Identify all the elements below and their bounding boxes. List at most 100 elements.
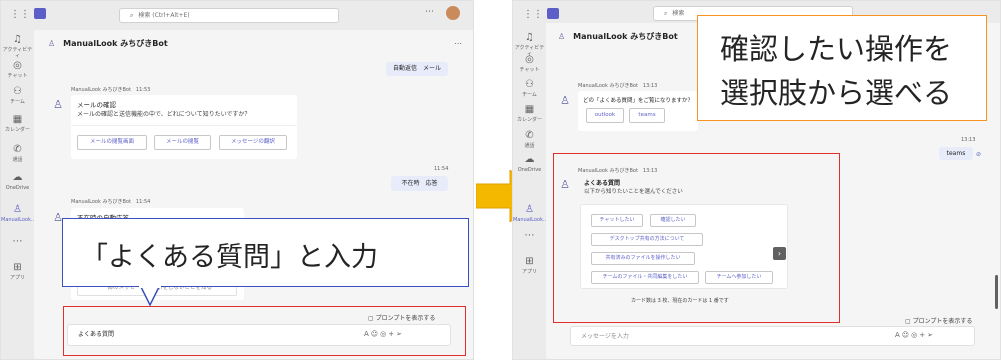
message-meta: ManualLook みちびきBot 13:13 (578, 168, 658, 174)
scrollbar[interactable] (995, 275, 998, 309)
teams-logo-icon (547, 8, 559, 19)
message-text: どの「よくある質問」をご覧になりますか？ (583, 98, 694, 104)
format-icon[interactable]: A (895, 331, 902, 339)
teams-button[interactable]: teams (629, 108, 665, 123)
faq-desktop-share-button[interactable]: デスクトップ共有の方法について (591, 233, 703, 246)
bot-icon: ♙ (13, 204, 22, 215)
bot-avatar-icon: ♙ (48, 39, 56, 48)
phone-icon: ✆ (13, 144, 22, 155)
rail-item-teams[interactable]: ⚇ チーム (1, 86, 34, 105)
message-title: よくある質問 (584, 180, 621, 187)
email-view-screen-button[interactable]: メールの閲覧画面 (77, 135, 147, 150)
left-teams-window: ⋮⋮⋮ ⌕ 検索 (Ctrl+Alt+E) ⋯ ♫ アクティビティ ◎ チャット ⚇ チ… (0, 0, 474, 360)
rail-item-teams[interactable]: ⚇ チーム (513, 79, 546, 98)
bot-icon: ♙ (525, 204, 534, 215)
compose-toolbar: A☺◎+➢ (364, 330, 404, 338)
rail-item-more[interactable]: ⋯ (1, 236, 34, 249)
rail-item-apps[interactable]: ⊞ アプリ (513, 256, 546, 275)
emoji-icon[interactable]: ☺ (371, 330, 380, 338)
people-icon: ⚇ (13, 86, 22, 97)
callout-text: 「よくある質問」と入力 (81, 242, 378, 273)
callout-pointer (139, 285, 161, 307)
faq-carousel-card: チャットしたい 確認したい デスクトップ共有の方法について 共有済みのファイルを… (580, 204, 788, 289)
ellipsis-icon: ⋯ (12, 236, 23, 247)
chat-title: ManualLook みちびきBot (573, 32, 678, 41)
rail-item-calendar[interactable]: ▦ カレンダー (513, 104, 546, 123)
rail-item-activity[interactable]: ♫ アクティビティ (1, 34, 34, 59)
phone-icon: ✆ (525, 130, 534, 141)
carousel-next-button[interactable]: › (773, 247, 786, 260)
faq-shared-files-button[interactable]: 共有済みのファイルを操作したい (591, 252, 695, 265)
plus-icon[interactable]: + (388, 330, 396, 338)
avatar[interactable] (446, 6, 460, 20)
search-placeholder: 検索 (Ctrl+Alt+E) (138, 12, 190, 19)
app-rail: ♫ アクティビティ ◎ チャット ⚇ チーム ▦ カレンダー ✆ 通話 ☁ OneDrive… (513, 30, 548, 359)
faq-confirm-button[interactable]: 確認したい (650, 214, 696, 227)
bot-avatar-icon: ♙ (560, 94, 570, 107)
calendar-icon: ▦ (524, 104, 535, 115)
format-icon[interactable]: A (364, 330, 371, 338)
message-translate-button[interactable]: メッセージの翻訳 (219, 135, 287, 150)
bot-avatar-icon: ♙ (560, 178, 570, 191)
callout-line-1: 確認したい操作を (720, 32, 953, 66)
rail-item-calendar[interactable]: ▦ カレンダー (1, 114, 34, 133)
title-bar: ⋮⋮⋮ ⌕ 検索 (Ctrl+Alt+E) ⋯ (1, 1, 473, 30)
rail-item-manuallook[interactable]: ♙ ManualLook... (513, 204, 548, 223)
user-message-absent: 不在時 応答 (391, 176, 448, 191)
carousel-status: カード数は 3 枚、現在のカードは 1 番です (631, 298, 729, 304)
outlook-button[interactable]: outlook (586, 108, 624, 123)
loop-icon[interactable]: ◎ (380, 330, 388, 338)
cloud-icon: ☁ (12, 172, 23, 183)
header-more-icon[interactable]: ⋯ (454, 30, 462, 58)
message-title: メールの確認 (77, 101, 116, 109)
faq-team-files-button[interactable]: チームのファイル・共同編集をしたい (591, 271, 699, 284)
emoji-icon[interactable]: ☺ (902, 331, 911, 339)
message-meta: ManualLook みちびきBot 11:54 (71, 199, 151, 205)
right-teams-window: ⋮⋮⋮ ⌕ 検索 ♫ アクティビティ ◎ チャット ⚇ チーム ▦ カレンダー ✆ 通話 ☁… (512, 0, 1001, 360)
rail-item-calls[interactable]: ✆ 通話 (513, 130, 546, 149)
cloud-icon: ☁ (524, 154, 535, 165)
send-icon[interactable]: ➢ (396, 330, 404, 338)
rail-item-more[interactable]: ⋯ (513, 230, 546, 243)
ellipsis-icon: ⋯ (524, 230, 535, 241)
apps-icon: ⊞ (525, 256, 534, 267)
message-text: 以下から知りたいことを選んでください (584, 189, 683, 195)
calendar-icon: ▦ (12, 114, 23, 125)
message-text: メールの確認と送信機能の中で、どれについて知りたいですか？ (77, 111, 251, 118)
rail-item-onedrive[interactable]: ☁ OneDrive (1, 172, 34, 191)
email-view-button[interactable]: メールの閲覧 (154, 135, 211, 150)
more-options-icon[interactable]: ⋯ (425, 7, 434, 17)
rail-item-onedrive[interactable]: ☁ OneDrive (513, 154, 546, 173)
show-prompts-link[interactable]: ▢ プロンプトを表示する (905, 316, 972, 325)
bot-avatar-icon: ♙ (558, 32, 566, 41)
rail-item-apps[interactable]: ⊞ アプリ (1, 262, 34, 281)
callout-line-2: 選択肢から選べる (720, 76, 953, 110)
search-icon: ⌕ (130, 12, 134, 19)
people-icon: ⚇ (525, 79, 534, 90)
rail-item-calls[interactable]: ✆ 通話 (1, 144, 34, 163)
apps-icon: ⊞ (13, 262, 22, 273)
rail-item-chat[interactable]: ◎ チャット (513, 54, 546, 73)
compose-toolbar: A☺◎+➢ (895, 331, 935, 339)
faq-chat-button[interactable]: チャットしたい (591, 214, 643, 227)
compose-placeholder: メッセージを入力 (581, 333, 629, 340)
message-meta: ManualLook みちびきBot 13:13 (578, 83, 658, 89)
bell-icon: ♫ (525, 32, 534, 43)
loop-icon[interactable]: ◎ (911, 331, 919, 339)
show-prompts-link[interactable]: ▢ プロンプトを表示する (368, 313, 435, 322)
teams-logo-icon (34, 8, 46, 19)
bot-avatar-icon: ♙ (53, 98, 63, 111)
search-input[interactable]: ⌕ 検索 (Ctrl+Alt+E) (119, 8, 339, 23)
message-time: 13:13 (961, 137, 976, 143)
faq-join-team-button[interactable]: チームへ参加したい (705, 271, 773, 284)
instruction-callout: 「よくある質問」と入力 (62, 218, 469, 287)
chat-header: ♙ ManualLook みちびきBot ⋯ (34, 30, 473, 58)
plus-icon[interactable]: + (919, 331, 927, 339)
rail-item-chat[interactable]: ◎ チャット (1, 60, 34, 79)
message-meta: ManualLook みちびきBot 11:53 (71, 87, 151, 93)
rail-item-manuallook[interactable]: ♙ ManualLook... (1, 204, 36, 223)
user-message-auto-reply: 自動返信 メール (386, 62, 448, 76)
chat-icon: ◎ (525, 54, 534, 65)
send-icon[interactable]: ➢ (927, 331, 935, 339)
search-icon: ⌕ (664, 10, 668, 17)
